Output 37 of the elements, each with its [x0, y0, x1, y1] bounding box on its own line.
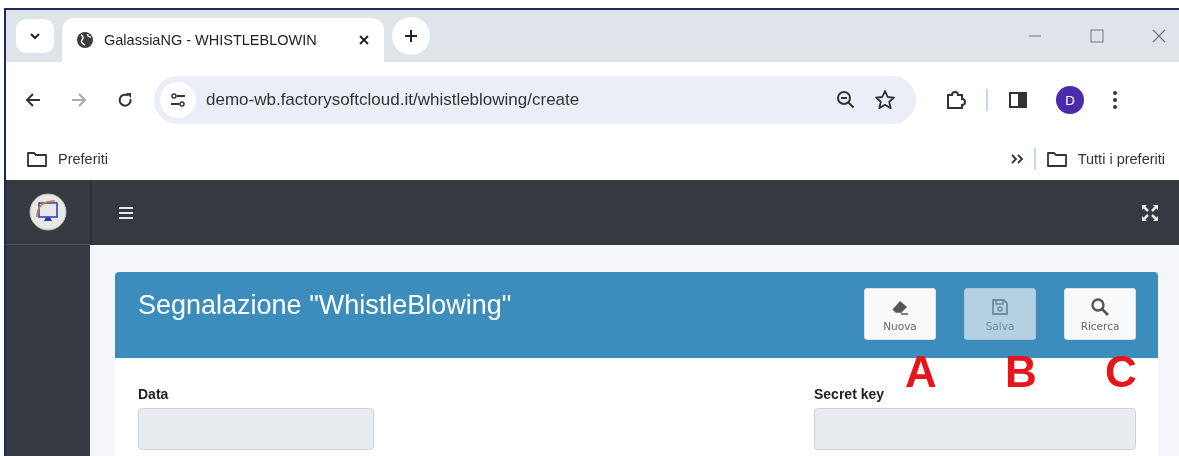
- new-tab-button[interactable]: [392, 17, 430, 55]
- annotation-letter: C: [1104, 350, 1138, 394]
- chevron-down-icon: [29, 32, 41, 40]
- side-panel-icon[interactable]: [1008, 91, 1028, 109]
- input-field[interactable]: [138, 408, 374, 450]
- profile-avatar[interactable]: D: [1056, 86, 1084, 114]
- plus-icon: [404, 29, 418, 43]
- toolbar-button[interactable]: Ricerca: [1064, 288, 1136, 340]
- star-icon[interactable]: [874, 89, 896, 111]
- reload-icon[interactable]: [116, 91, 134, 109]
- close-icon[interactable]: [358, 34, 370, 46]
- folder-icon: [1045, 150, 1068, 168]
- puzzle-icon[interactable]: [944, 89, 966, 111]
- site-settings-icon[interactable]: [160, 82, 196, 118]
- logo-icon[interactable]: [29, 193, 67, 231]
- back-icon[interactable]: [24, 91, 42, 109]
- all-bookmarks-link[interactable]: Tutti i preferiti: [1045, 150, 1165, 168]
- menu-icon[interactable]: [1112, 90, 1118, 110]
- bookmark-folder[interactable]: Preferiti: [26, 150, 108, 168]
- browser-tab[interactable]: GalassiaNG - WHISTLEBLOWIN: [62, 18, 384, 62]
- field-label: Data: [138, 386, 170, 402]
- fullscreen-icon[interactable]: [1141, 203, 1159, 222]
- tab-title: GalassiaNG - WHISTLEBLOWIN: [104, 32, 318, 48]
- address-bar[interactable]: demo-wb.factorysoftcloud.it/whistleblowing/create: [154, 76, 916, 124]
- input-field[interactable]: [814, 408, 1136, 450]
- search-icon: [1090, 296, 1110, 317]
- globe-icon: [76, 31, 94, 49]
- folder-icon: [26, 150, 48, 168]
- url-text: demo-wb.factorysoftcloud.it/whistleblowing/create: [206, 90, 580, 110]
- menu-icon[interactable]: [118, 205, 134, 220]
- toolbar-button[interactable]: Nuova: [864, 288, 936, 340]
- card-title: Segnalazione "WhistleBlowing": [138, 290, 512, 321]
- zoom-out-icon[interactable]: [836, 90, 856, 110]
- field-label: Secret key: [814, 386, 886, 402]
- annotation-letter: A: [904, 350, 938, 394]
- annotation-letter: B: [1004, 350, 1038, 394]
- chevrons-right-icon[interactable]: [1009, 153, 1024, 165]
